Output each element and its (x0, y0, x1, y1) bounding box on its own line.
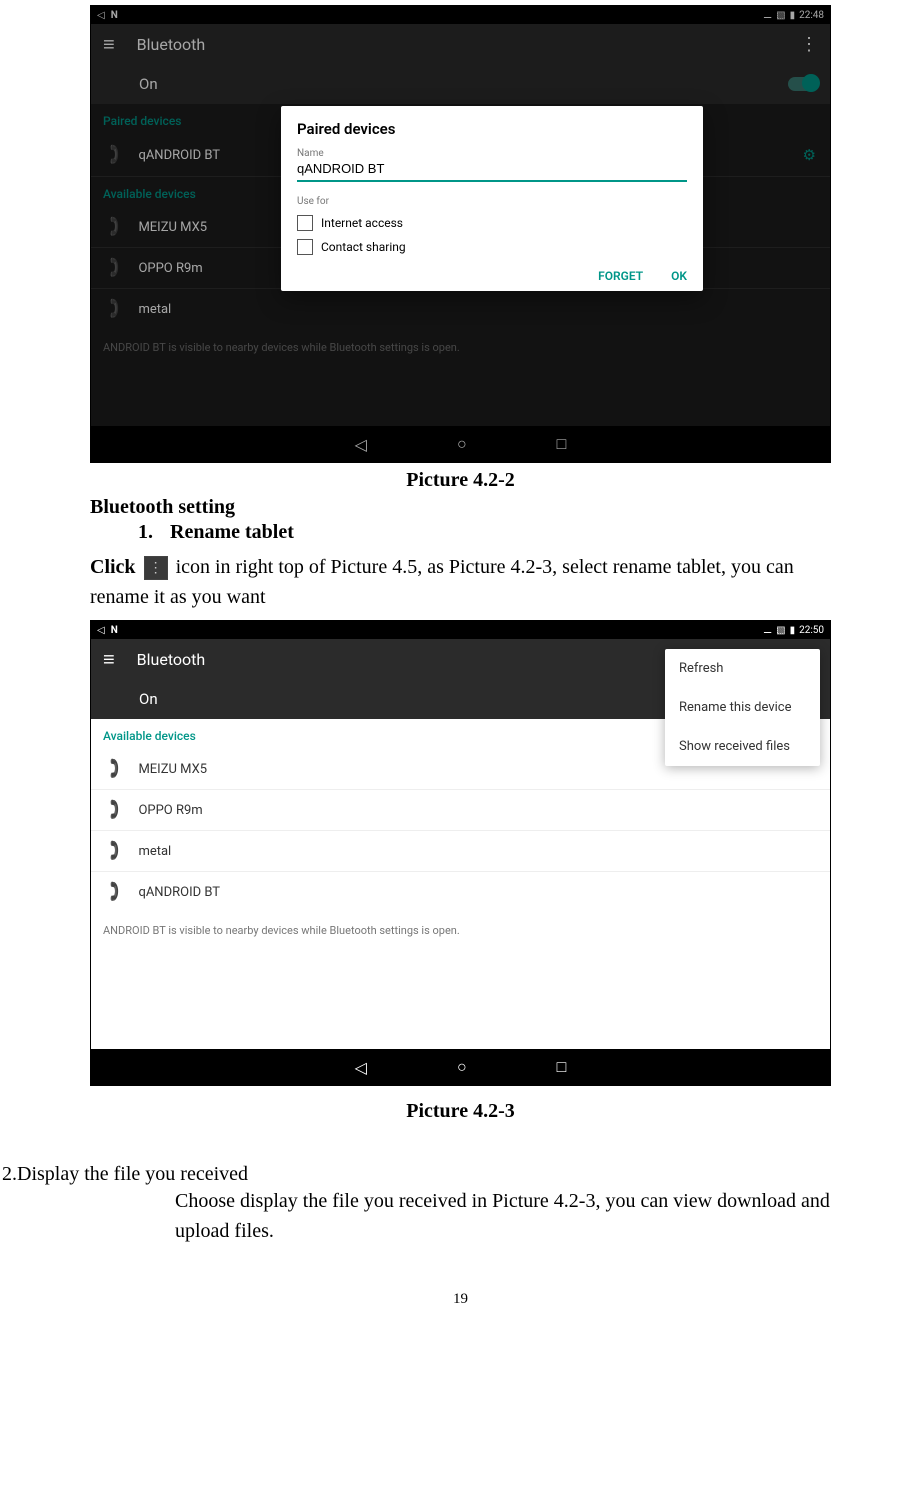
device-row[interactable]: 📞 metal (91, 831, 830, 872)
visibility-hint: ANDROID BT is visible to nearby devices … (91, 912, 830, 949)
page-number: 19 (0, 1291, 921, 1308)
app-title: Bluetooth (137, 650, 206, 669)
phone-icon: 📞 (102, 757, 126, 781)
status-bar: ◁ N ⚊ ▧ ▮ 22:48 (91, 6, 830, 24)
device-name: OPPO R9m (138, 261, 202, 276)
device-row[interactable]: 📞 OPPO R9m (91, 790, 830, 831)
hamburger-icon[interactable]: ≡ (103, 647, 115, 672)
menu-item-received-files[interactable]: Show received files (665, 727, 820, 766)
overflow-menu-icon[interactable]: ⋮ (800, 34, 818, 55)
back-indicator-icon: ◁ (97, 625, 105, 636)
nav-recent-icon[interactable]: □ (557, 1057, 567, 1077)
nav-back-icon[interactable]: ◁ (355, 435, 367, 454)
device-name: qANDROID BT (138, 148, 220, 163)
list-item-2: 2.Display the file you received (2, 1163, 921, 1186)
device-name: metal (138, 302, 171, 317)
figure-caption: Picture 4.2-2 (0, 469, 921, 492)
figure-caption: Picture 4.2-3 (0, 1100, 921, 1123)
device-name: OPPO R9m (138, 803, 202, 818)
phone-icon: 📞 (102, 880, 126, 904)
phone-icon: 📞 (102, 143, 126, 167)
device-name: MEIZU MX5 (138, 762, 207, 777)
clock-text: 22:48 (799, 10, 824, 21)
phone-icon: 📞 (102, 215, 126, 239)
dialog-title: Paired devices (297, 120, 687, 138)
gear-icon[interactable]: ⚙ (803, 146, 816, 164)
menu-item-rename[interactable]: Rename this device (665, 688, 820, 727)
body-text-2: Choose display the file you received in … (175, 1186, 831, 1246)
device-name: MEIZU MX5 (138, 220, 207, 235)
device-name: qANDROID BT (138, 885, 220, 900)
wifi-off-icon: ▧ (776, 10, 785, 21)
nav-recent-icon[interactable]: □ (557, 434, 567, 454)
battery-icon: ▮ (790, 10, 796, 21)
clock-text: 22:50 (799, 625, 824, 636)
device-row[interactable]: 📞 qANDROID BT (91, 872, 830, 912)
app-title: Bluetooth (137, 35, 206, 54)
back-indicator-icon: ◁ (97, 10, 105, 21)
checkbox-icon[interactable] (297, 239, 313, 255)
menu-item-refresh[interactable]: Refresh (665, 649, 820, 688)
device-row[interactable]: 📞 metal (91, 289, 830, 329)
use-for-label: Use for (297, 196, 687, 207)
forget-button[interactable]: FORGET (598, 269, 643, 283)
screenshot-paired-dialog: ◁ N ⚊ ▧ ▮ 22:48 ≡ Bluetooth ⋮ On Paired … (90, 5, 831, 463)
toggle-label: On (139, 690, 158, 708)
nav-home-icon[interactable]: ○ (457, 1057, 467, 1077)
overflow-icon-inline: ⋮ (144, 556, 168, 580)
phone-icon: 📞 (102, 297, 126, 321)
phone-icon: 📞 (102, 798, 126, 822)
name-field-label: Name (297, 148, 687, 159)
phone-icon: 📞 (102, 256, 126, 280)
checkbox-row-internet[interactable]: Internet access (297, 215, 687, 231)
nav-bar: ◁ ○ □ (91, 426, 830, 462)
checkbox-label: Internet access (321, 216, 403, 230)
bluetooth-toggle[interactable] (788, 77, 818, 91)
device-name-input[interactable] (297, 159, 687, 182)
app-bar: ≡ Bluetooth ⋮ (91, 24, 830, 64)
device-name: metal (138, 844, 171, 859)
n-icon: N (111, 625, 118, 636)
toggle-row[interactable]: On (91, 64, 830, 104)
nav-home-icon[interactable]: ○ (457, 434, 467, 454)
checkbox-label: Contact sharing (321, 240, 406, 254)
checkbox-icon[interactable] (297, 215, 313, 231)
status-bar: ◁ N ⚊ ▧ ▮ 22:50 (91, 621, 830, 639)
ok-button[interactable]: OK (671, 269, 687, 283)
list-item-1: 1. Rename tablet (138, 521, 921, 544)
paired-device-dialog: Paired devices Name Use for Internet acc… (281, 106, 703, 291)
n-icon: N (111, 10, 118, 21)
bluetooth-status-icon: ⚊ (763, 625, 772, 636)
wifi-off-icon: ▧ (776, 625, 785, 636)
bluetooth-status-icon: ⚊ (763, 10, 772, 21)
phone-icon: 📞 (102, 839, 126, 863)
screenshot-overflow-menu: ◁ N ⚊ ▧ ▮ 22:50 ≡ Bluetooth On Available… (90, 620, 831, 1086)
visibility-hint: ANDROID BT is visible to nearby devices … (91, 329, 830, 366)
battery-icon: ▮ (790, 625, 796, 636)
checkbox-row-contacts[interactable]: Contact sharing (297, 239, 687, 255)
section-heading: Bluetooth setting (90, 496, 921, 519)
body-text-1: Click ⋮ icon in right top of Picture 4.5… (90, 552, 831, 612)
nav-back-icon[interactable]: ◁ (355, 1058, 367, 1077)
hamburger-icon[interactable]: ≡ (103, 32, 115, 57)
nav-bar: ◁ ○ □ (91, 1049, 830, 1085)
overflow-popup-menu: Refresh Rename this device Show received… (665, 649, 820, 766)
toggle-label: On (139, 75, 158, 93)
